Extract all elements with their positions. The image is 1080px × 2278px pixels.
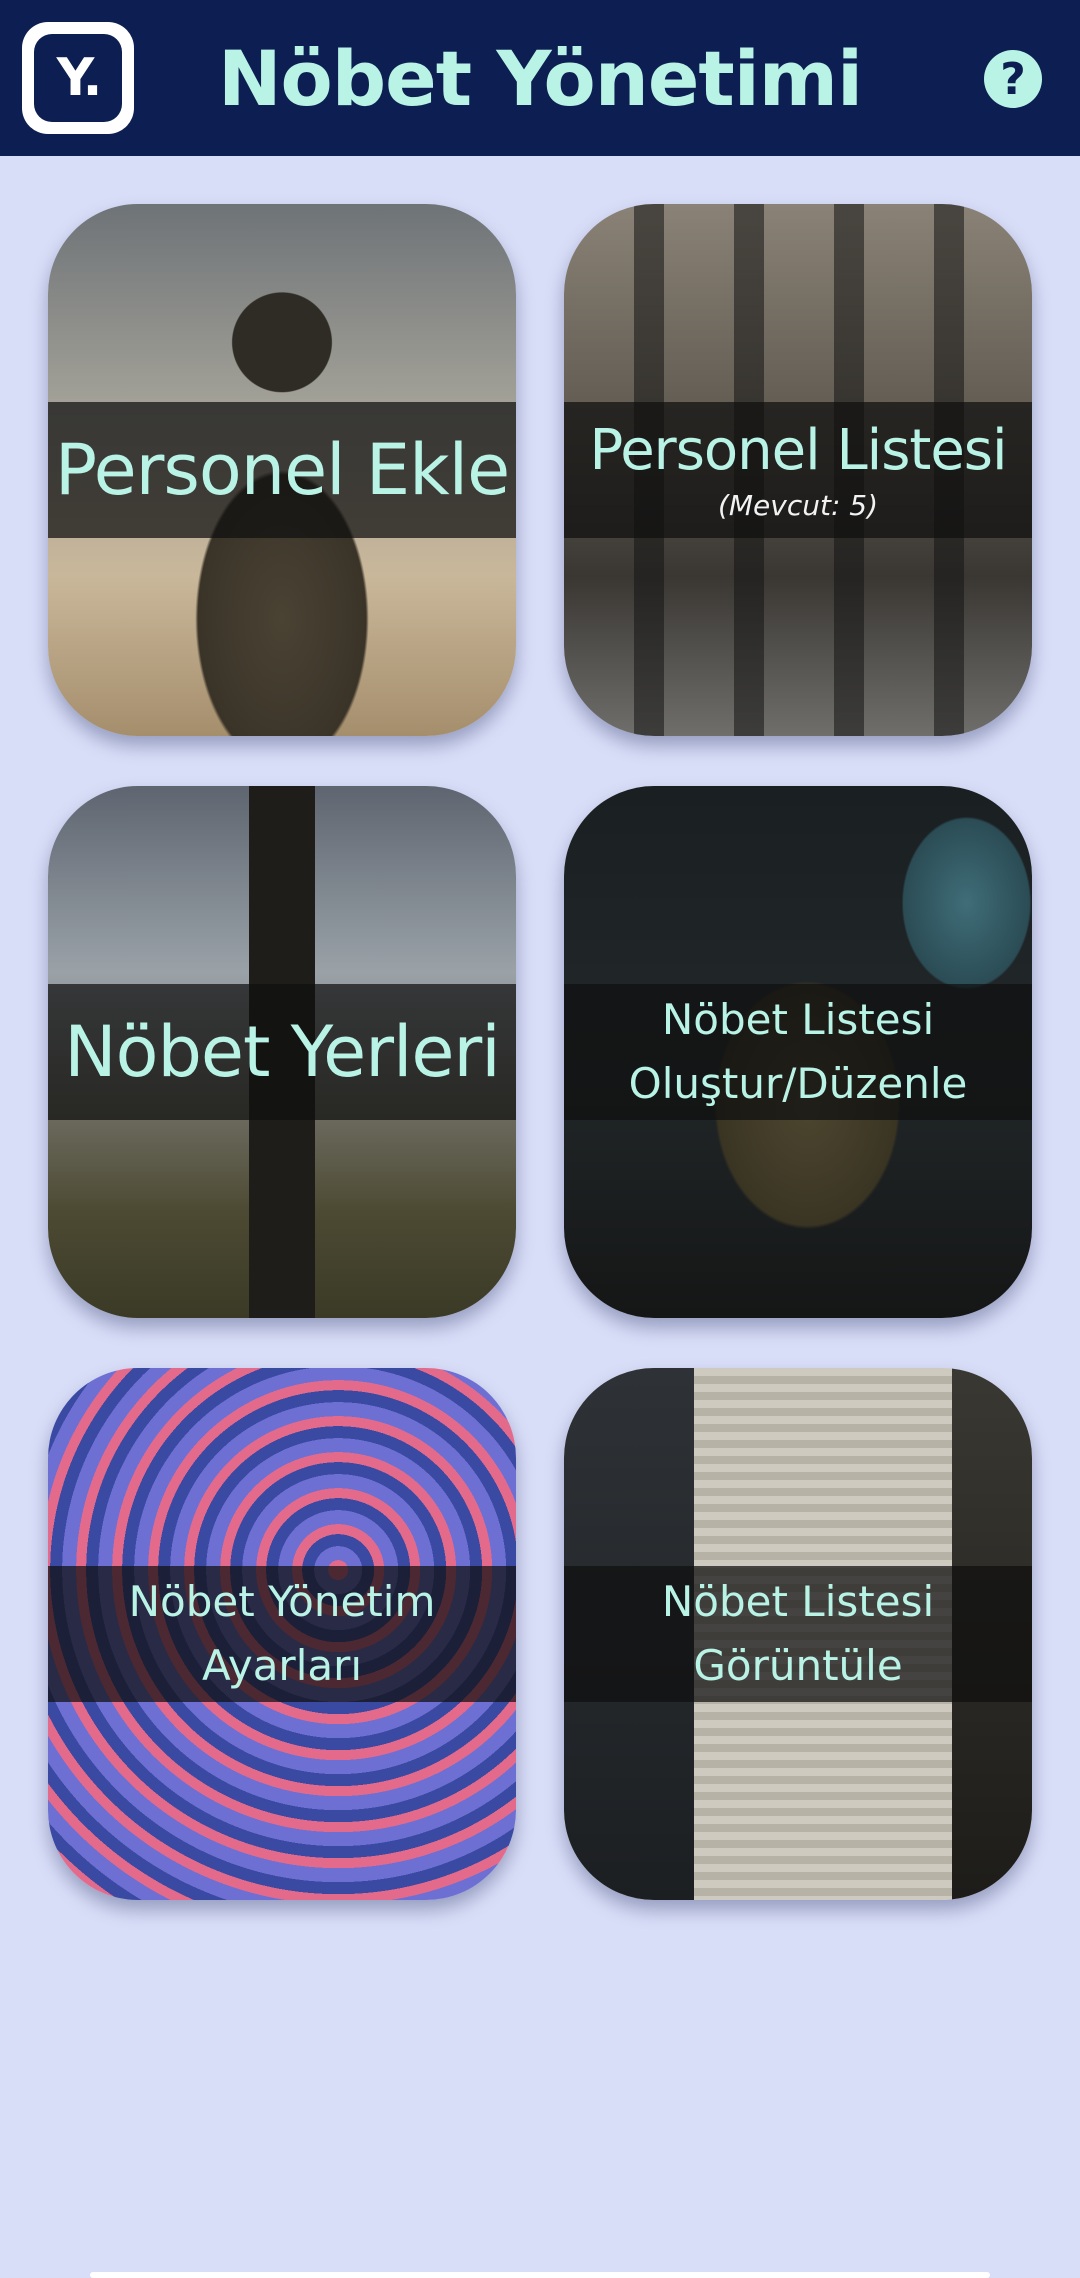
card-label-band: Nöbet Listesi Görüntüle — [564, 1566, 1032, 1702]
app-logo-icon: Y. — [22, 22, 134, 134]
card-label-band: Nöbet Yönetim Ayarları — [48, 1566, 516, 1702]
app-bar: Y. Nöbet Yönetimi ? — [0, 0, 1080, 156]
personnel-count-label: (Mevcut: 5) — [717, 489, 879, 522]
card-label: Personel Ekle — [54, 429, 510, 511]
card-label-band: Personel Ekle — [48, 402, 516, 538]
personel-listesi-card[interactable]: Personel Listesi (Mevcut: 5) — [564, 204, 1032, 736]
card-label-band: Nöbet Yerleri — [48, 984, 516, 1120]
personel-ekle-card[interactable]: Personel Ekle — [48, 204, 516, 736]
card-label: Personel Listesi — [589, 418, 1007, 483]
card-label-band: Nöbet Listesi Oluştur/Düzenle — [564, 984, 1032, 1120]
card-label: Nöbet Listesi Görüntüle — [661, 1577, 935, 1690]
card-label: Nöbet Yönetim Ayarları — [128, 1577, 436, 1690]
card-label: Nöbet Yerleri — [64, 1011, 500, 1093]
home-indicator[interactable] — [90, 2272, 990, 2278]
nobet-listesi-goruntule-card[interactable]: Nöbet Listesi Görüntüle — [564, 1368, 1032, 1900]
nobet-listesi-olustur-card[interactable]: Nöbet Listesi Oluştur/Düzenle — [564, 786, 1032, 1318]
card-label-band: Personel Listesi (Mevcut: 5) — [564, 402, 1032, 538]
nobet-yonetim-ayarlari-card[interactable]: Nöbet Yönetim Ayarları — [48, 1368, 516, 1900]
card-label: Nöbet Listesi Oluştur/Düzenle — [628, 995, 968, 1108]
page-title: Nöbet Yönetimi — [217, 33, 863, 123]
nobet-yerleri-card[interactable]: Nöbet Yerleri — [48, 786, 516, 1318]
help-icon[interactable]: ? — [984, 50, 1042, 108]
logo-text: Y. — [34, 34, 122, 122]
